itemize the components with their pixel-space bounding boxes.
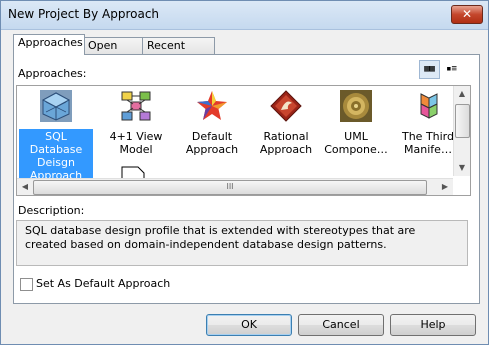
close-button[interactable]: ✕ (451, 5, 483, 24)
database-cube-icon (40, 90, 72, 122)
scroll-right-icon[interactable]: ▶ (437, 179, 453, 195)
list-item-4plus1-view[interactable]: 4+1 View Model (99, 90, 173, 157)
vertical-scroll-thumb[interactable] (455, 104, 470, 138)
list-item-rational-approach[interactable]: Rational Approach (249, 90, 323, 157)
scroll-up-icon[interactable]: ▲ (454, 86, 470, 102)
list-item-label: SQL Database Deisgn Approach (19, 129, 93, 183)
scroll-left-icon[interactable]: ◀ (17, 179, 33, 195)
list-item-label: Default Approach (185, 130, 239, 156)
list-item-label: Rational Approach (259, 130, 313, 156)
list-item-sql-database[interactable]: SQL Database Deisgn Approach (19, 90, 93, 183)
uml-component-icon (340, 90, 372, 122)
tab-approaches[interactable]: Approaches (13, 34, 85, 55)
approaches-list[interactable]: SQL Database Deisgn Approach 4+1 View Mo… (16, 85, 471, 196)
title-bar: New Project By Approach ✕ (1, 1, 488, 30)
star-icon (197, 91, 227, 120)
tab-open-files[interactable]: Open Files (83, 37, 144, 68)
vertical-scrollbar[interactable]: ▲ ▼ (453, 86, 470, 176)
view-toggle: ▦▦ ▪≡ (419, 60, 462, 79)
large-icons-view-icon[interactable]: ▦▦ (419, 60, 440, 79)
help-button[interactable]: Help (390, 314, 476, 336)
dialog-window: New Project By Approach ✕ Approaches Ope… (0, 0, 489, 345)
list-item-default-approach[interactable]: Default Approach (175, 90, 249, 157)
horizontal-scroll-thumb[interactable]: III (33, 180, 427, 195)
description-label: Description: (18, 204, 85, 217)
scroll-down-icon[interactable]: ▼ (454, 160, 470, 176)
tab-recent-files[interactable]: Recent Files (142, 37, 215, 68)
list-item-label: UML Compone… (324, 130, 388, 156)
approaches-label: Approaches: (18, 67, 87, 80)
set-default-label: Set As Default Approach (36, 277, 171, 290)
description-text: SQL database design profile that is exte… (16, 220, 468, 266)
details-view-icon[interactable]: ▪≡ (441, 60, 462, 79)
horizontal-scrollbar[interactable]: ◀ III ▶ (17, 178, 453, 195)
view-model-icon (121, 91, 151, 121)
window-title: New Project By Approach (8, 7, 160, 21)
set-default-checkbox[interactable] (20, 278, 33, 291)
third-manifesto-icon (420, 93, 438, 119)
list-item-label: 4+1 View Model (109, 130, 163, 156)
ok-button[interactable]: OK (206, 314, 292, 336)
cancel-button[interactable]: Cancel (298, 314, 384, 336)
list-item-uml-component[interactable]: UML Compone… (319, 90, 393, 157)
rational-icon (270, 90, 302, 122)
